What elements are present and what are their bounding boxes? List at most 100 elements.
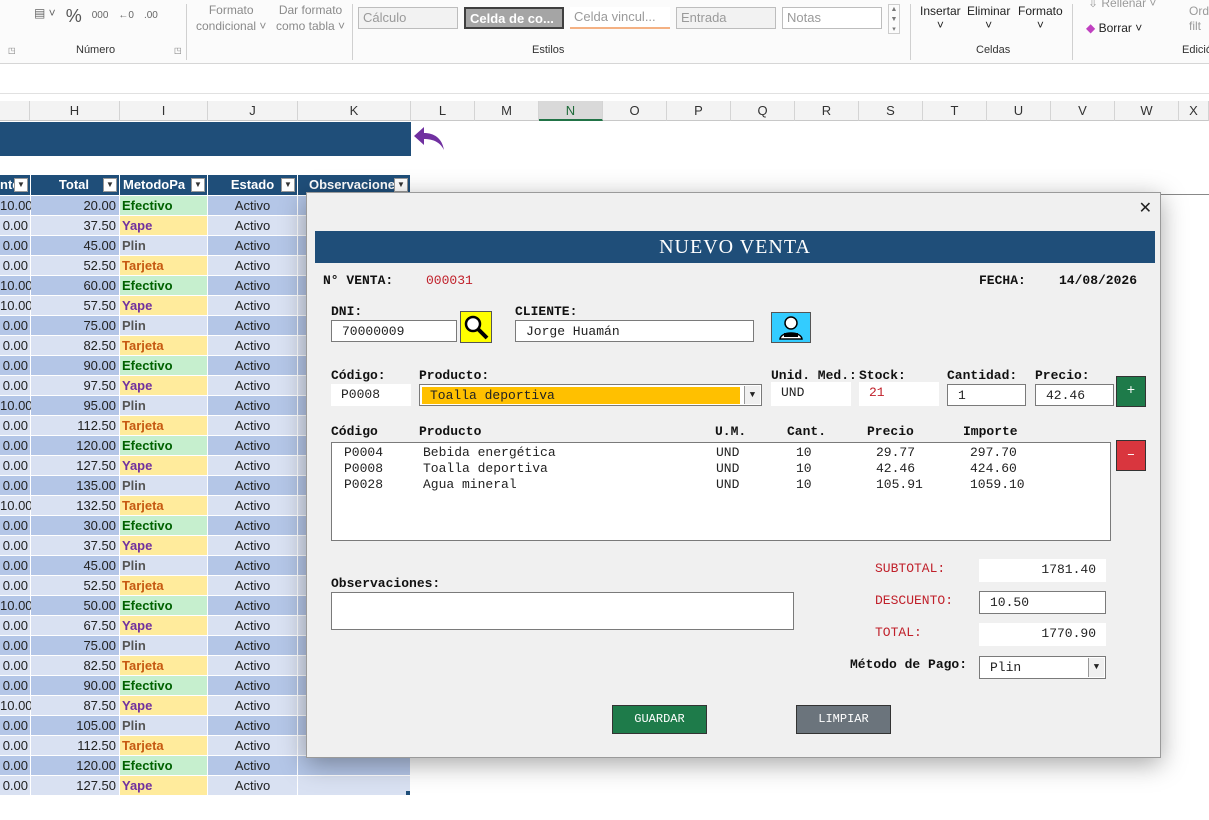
conditional-format-button[interactable]: Formato condicional ˅ [196, 2, 266, 34]
estado-cell[interactable]: Activo [208, 276, 298, 296]
descuento-cell[interactable]: 10.00 [0, 196, 33, 216]
table-header-descuento[interactable]: nte ▼ [0, 175, 31, 195]
metodo-pago-cell[interactable]: Tarjeta [120, 496, 208, 516]
total-cell[interactable]: 127.50 [31, 456, 120, 476]
descuento-cell[interactable]: 0.00 [0, 336, 31, 356]
estado-cell[interactable]: Activo [208, 376, 298, 396]
total-cell[interactable]: 90.00 [31, 356, 120, 376]
descuento-cell[interactable]: 0.00 [0, 436, 31, 456]
metodo-pago-cell[interactable]: Yape [120, 616, 208, 636]
metodo-pago-cell[interactable]: Plin [120, 636, 208, 656]
total-cell[interactable]: 90.00 [31, 676, 120, 696]
descuento-cell[interactable]: 10.00 [0, 596, 33, 616]
total-cell[interactable]: 37.50 [31, 216, 120, 236]
total-cell[interactable]: 87.50 [31, 696, 120, 716]
estado-cell[interactable]: Activo [208, 716, 298, 736]
total-cell[interactable]: 112.50 [31, 736, 120, 756]
estado-cell[interactable]: Activo [208, 556, 298, 576]
total-cell[interactable]: 75.00 [31, 636, 120, 656]
guardar-button[interactable]: GUARDAR [612, 705, 707, 734]
style-entrada[interactable]: Entrada [676, 7, 776, 29]
metodo-pago-cell[interactable]: Yape [120, 216, 208, 236]
descuento-cell[interactable]: 0.00 [0, 736, 31, 756]
decrease-decimal-icon[interactable]: ←0 [118, 6, 134, 26]
table-resize-handle[interactable] [406, 791, 410, 795]
table-row[interactable]: 0.00 120.00 Efectivo Activo [0, 756, 411, 776]
filter-dropdown-icon[interactable]: ▼ [103, 178, 117, 192]
estado-cell[interactable]: Activo [208, 236, 298, 256]
column-header-o[interactable]: O [603, 101, 667, 121]
cliente-input[interactable]: Jorge Huamán [515, 320, 754, 342]
estado-cell[interactable]: Activo [208, 356, 298, 376]
dialog-launcher-icon[interactable]: ◳ [174, 46, 182, 55]
metodo-pago-cell[interactable]: Tarjeta [120, 336, 208, 356]
total-cell[interactable]: 45.00 [31, 236, 120, 256]
precio-input[interactable]: 42.46 [1035, 384, 1114, 406]
eliminar-button[interactable]: Eliminar ˅ [967, 4, 1010, 32]
table-header-total[interactable]: Total ▼ [31, 175, 120, 195]
back-arrow-icon[interactable] [412, 124, 448, 152]
style-celda-vinculada[interactable]: Celda vincul... [570, 7, 670, 29]
column-header-h[interactable]: H [30, 101, 120, 121]
close-icon[interactable]: ✕ [1139, 198, 1152, 217]
total-cell[interactable]: 60.00 [31, 276, 120, 296]
metodo-pago-cell[interactable]: Plin [120, 316, 208, 336]
estado-cell[interactable]: Activo [208, 636, 298, 656]
metodo-pago-cell[interactable]: Tarjeta [120, 736, 208, 756]
total-cell[interactable]: 120.00 [31, 756, 120, 776]
descuento-cell[interactable]: 0.00 [0, 716, 31, 736]
descuento-cell[interactable]: 0.00 [0, 216, 31, 236]
estado-cell[interactable]: Activo [208, 416, 298, 436]
metodo-pago-cell[interactable]: Tarjeta [120, 576, 208, 596]
descuento-input[interactable]: 10.50 [979, 591, 1106, 614]
increase-decimal-icon[interactable]: .00 [144, 6, 158, 26]
filter-dropdown-icon[interactable]: ▼ [281, 178, 295, 192]
insertar-button[interactable]: Insertar ˅ [920, 4, 961, 32]
total-cell[interactable]: 37.50 [31, 536, 120, 556]
metodo-pago-cell[interactable]: Yape [120, 296, 208, 316]
descuento-cell[interactable]: 10.00 [0, 296, 33, 316]
descuento-cell[interactable]: 0.00 [0, 756, 31, 776]
metodo-pago-cell[interactable]: Yape [120, 456, 208, 476]
total-cell[interactable]: 52.50 [31, 256, 120, 276]
column-header-m[interactable]: M [475, 101, 539, 121]
metodo-pago-cell[interactable]: Plin [120, 556, 208, 576]
cantidad-input[interactable]: 1 [947, 384, 1026, 406]
estado-cell[interactable]: Activo [208, 396, 298, 416]
format-as-table-button[interactable]: Dar formato como tabla ˅ [276, 2, 345, 34]
observaciones-cell[interactable] [298, 756, 411, 776]
ordenar-button[interactable]: Ord filt [1189, 4, 1209, 34]
metodo-pago-cell[interactable]: Plin [120, 236, 208, 256]
descuento-cell[interactable]: 0.00 [0, 376, 31, 396]
metodo-pago-cell[interactable]: Efectivo [120, 356, 208, 376]
descuento-cell[interactable]: 0.00 [0, 476, 31, 496]
metodo-pago-cell[interactable]: Yape [120, 536, 208, 556]
metodo-pago-cell[interactable]: Tarjeta [120, 256, 208, 276]
estado-cell[interactable]: Activo [208, 316, 298, 336]
metodo-pago-cell[interactable]: Efectivo [120, 676, 208, 696]
metodo-pago-cell[interactable]: Yape [120, 376, 208, 396]
column-header-prev[interactable] [0, 101, 30, 121]
metodo-pago-cell[interactable]: Plin [120, 716, 208, 736]
column-header-u[interactable]: U [987, 101, 1051, 121]
descuento-cell[interactable]: 0.00 [0, 556, 31, 576]
descuento-cell[interactable]: 10.00 [0, 396, 33, 416]
metodo-pago-cell[interactable]: Tarjeta [120, 656, 208, 676]
style-celda-comprobacion[interactable]: Celda de co... [464, 7, 564, 29]
metodo-pago-cell[interactable]: Efectivo [120, 596, 208, 616]
producto-select[interactable]: Toalla deportiva ▼ [419, 384, 762, 406]
descuento-cell[interactable]: 0.00 [0, 416, 31, 436]
descuento-cell[interactable]: 0.00 [0, 256, 31, 276]
total-cell[interactable]: 67.50 [31, 616, 120, 636]
column-header-k[interactable]: K [298, 101, 411, 121]
metodo-pago-cell[interactable]: Efectivo [120, 516, 208, 536]
estado-cell[interactable]: Activo [208, 616, 298, 636]
list-item[interactable]: P0004 Bebida energética UND 10 29.77 297.70 [332, 445, 1110, 461]
estado-cell[interactable]: Activo [208, 596, 298, 616]
estado-cell[interactable]: Activo [208, 576, 298, 596]
metodo-pago-cell[interactable]: Efectivo [120, 756, 208, 776]
metodo-pago-cell[interactable]: Efectivo [120, 196, 208, 216]
total-cell[interactable]: 45.00 [31, 556, 120, 576]
metodo-pago-select[interactable]: Plin ▼ [979, 656, 1106, 679]
descuento-cell[interactable]: 0.00 [0, 316, 31, 336]
